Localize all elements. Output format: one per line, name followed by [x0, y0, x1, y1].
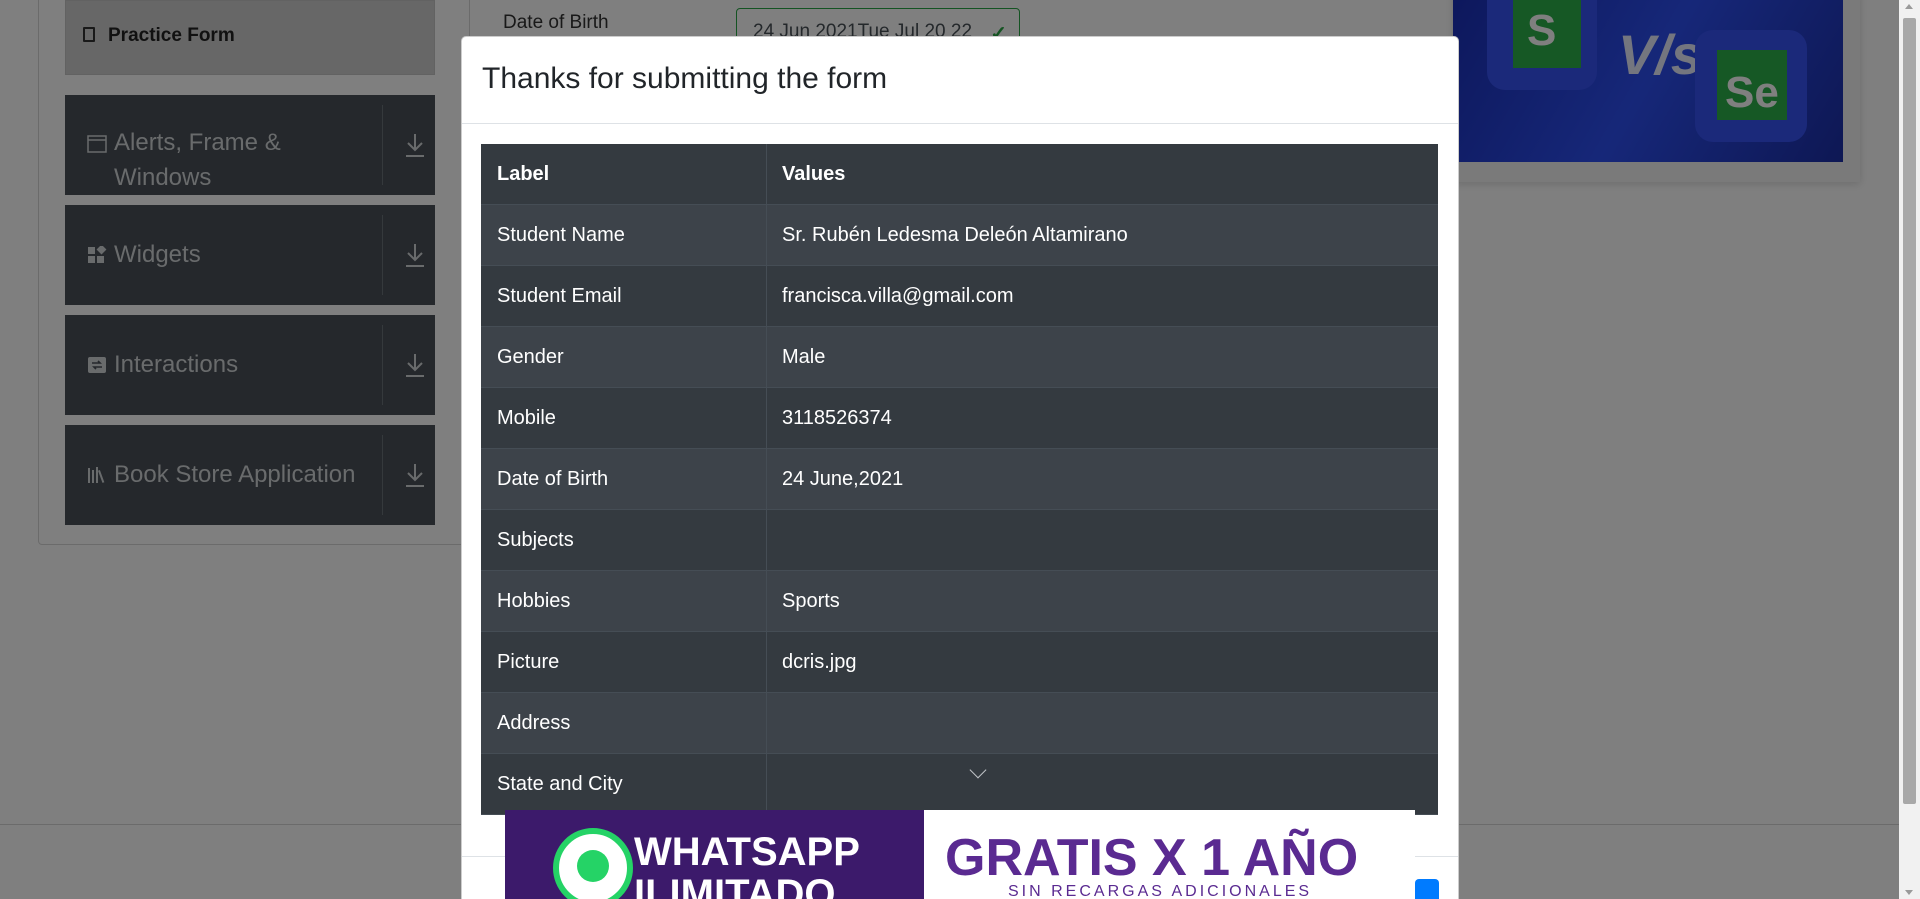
row-label: Student Name [481, 205, 767, 265]
ad-headline: GRATIS X 1 AÑO [945, 829, 1359, 887]
row-value [767, 510, 1438, 570]
table-row: Gender Male [481, 327, 1438, 388]
row-value: Male [782, 346, 826, 368]
table-header-values: Values [782, 163, 846, 185]
table-row: Student Name Sr. Rubén Ledesma Deleón Al… [481, 205, 1438, 266]
table-header-label: Label [481, 144, 767, 204]
row-value [767, 754, 1438, 814]
page-scrollbar[interactable] [1899, 0, 1920, 899]
table-row: Hobbies Sports [481, 571, 1438, 632]
ad-banner-bottom[interactable]: WHATSAPP ILIMITADO GRATIS X 1 AÑO SIN RE… [505, 810, 1415, 899]
row-label: State and City [481, 754, 767, 814]
submission-modal: Thanks for submitting the form Label Val… [461, 36, 1459, 899]
row-value: Sr. Rubén Ledesma Deleón Altamirano [782, 224, 1128, 246]
row-label: Date of Birth [481, 449, 767, 509]
table-header-row: Label Values [481, 144, 1438, 205]
table-row: Picture dcris.jpg [481, 632, 1438, 693]
row-label: Hobbies [481, 571, 767, 631]
ad-line1: WHATSAPP [634, 830, 860, 874]
scrollbar-thumb[interactable] [1903, 18, 1916, 804]
row-value: 3118526374 [782, 407, 892, 429]
row-label: Gender [481, 327, 767, 387]
modal-title: Thanks for submitting the form [482, 62, 888, 95]
table-row: Address [481, 693, 1438, 754]
scroll-up-icon[interactable] [1905, 4, 1913, 9]
row-value: dcris.jpg [782, 651, 857, 673]
row-value: francisca.villa@gmail.com [782, 285, 1014, 307]
row-label: Address [481, 693, 767, 753]
scroll-down-icon[interactable] [1905, 890, 1913, 895]
ad-subline: SIN RECARGAS ADICIONALES [1008, 883, 1313, 899]
row-value: Sports [782, 590, 840, 612]
row-label: Subjects [481, 510, 767, 570]
table-row: State and City [481, 754, 1438, 815]
submission-table: Label Values Student Name Sr. Rubén Lede… [481, 144, 1438, 815]
row-label: Student Email [481, 266, 767, 326]
ad-line2: ILIMITADO [634, 872, 836, 899]
table-row: Date of Birth 24 June,2021 [481, 449, 1438, 510]
close-button[interactable] [1415, 879, 1439, 899]
whatsapp-icon [553, 828, 633, 899]
row-value [767, 693, 1438, 753]
row-label: Mobile [481, 388, 767, 448]
row-value: 24 June,2021 [782, 468, 904, 490]
table-row: Mobile 3118526374 [481, 388, 1438, 449]
table-row: Student Email francisca.villa@gmail.com [481, 266, 1438, 327]
row-label: Picture [481, 632, 767, 692]
table-row: Subjects [481, 510, 1438, 571]
modal-header: Thanks for submitting the form [462, 37, 1458, 124]
